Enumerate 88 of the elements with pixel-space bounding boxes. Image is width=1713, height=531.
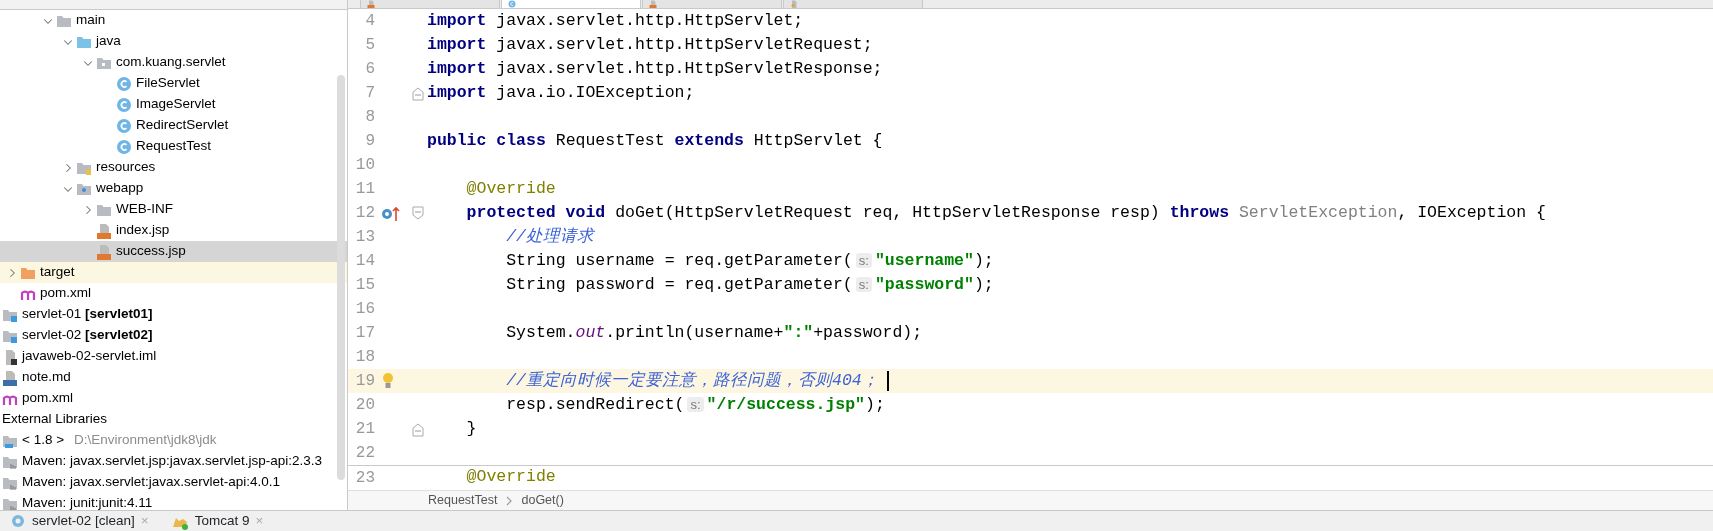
- line-number: 5: [364, 35, 375, 56]
- class-icon: [508, 0, 516, 8]
- code-line: System.out.println(username+":"+password);: [505, 321, 923, 344]
- code-line: import javax.servlet.http.HttpServletRequest;: [427, 33, 873, 56]
- tree-item[interactable]: pom.xml: [0, 283, 347, 304]
- code-line: public class RequestTest extends HttpServlet {: [427, 129, 883, 152]
- line-number: 11: [354, 179, 375, 200]
- jsp-file-icon: [96, 222, 112, 239]
- code-line: @Override: [465, 177, 556, 200]
- line-number: 17: [354, 323, 375, 344]
- tree-item[interactable]: RequestTest: [0, 136, 347, 157]
- jsp-file-icon: [649, 0, 657, 8]
- line-number: 15: [354, 275, 375, 296]
- line-number: 14: [354, 251, 375, 272]
- code-line: import java.io.IOException;: [427, 81, 695, 104]
- tree-item[interactable]: com.kuang.servlet: [0, 52, 347, 73]
- override-icon: [381, 205, 401, 221]
- class-icon: [116, 117, 132, 134]
- tree-item[interactable]: note.md: [0, 367, 347, 388]
- tree-item[interactable]: resources: [0, 157, 347, 178]
- tree-item[interactable]: Maven: javax.servlet:javax.servlet-api:4.0.1: [0, 472, 347, 493]
- line-number: 8: [364, 107, 375, 128]
- line-number: 23: [354, 467, 375, 489]
- line-number: 4: [364, 11, 375, 32]
- class-icon: [116, 75, 132, 92]
- scrollbar[interactable]: [337, 75, 345, 480]
- tree-item[interactable]: webapp: [0, 178, 347, 199]
- line-number: 16: [354, 299, 375, 320]
- editor-tab[interactable]: [783, 0, 923, 8]
- editor-tab[interactable]: [501, 0, 641, 8]
- line-number: 10: [354, 155, 375, 176]
- fold-icon: [411, 205, 425, 221]
- editor-tab[interactable]: [642, 0, 782, 8]
- lightbulb-icon: [381, 372, 395, 390]
- tree-item[interactable]: pom.xml: [0, 388, 347, 409]
- jsp-file-icon: [367, 0, 375, 8]
- code-line: //处理请求: [505, 225, 595, 248]
- tree-item[interactable]: success.jsp: [0, 241, 347, 262]
- item-detail: D:\Environment\jdk8\jdk: [74, 432, 217, 448]
- markdown-file-icon: [2, 369, 18, 386]
- run-tab-label[interactable]: servlet-02 [clean]: [32, 510, 135, 531]
- text-cursor: [886, 371, 889, 391]
- line-number: 20: [354, 395, 375, 416]
- tree-item[interactable]: ImageServlet: [0, 94, 347, 115]
- tree-item[interactable]: servlet-01 [servlet01]: [0, 304, 347, 325]
- tree-item[interactable]: target: [0, 262, 347, 283]
- fold-icon: [411, 421, 425, 437]
- code-line: @Override: [465, 466, 556, 489]
- code-line: resp.sendRedirect( s: "/r/success.jsp");: [505, 393, 885, 416]
- xml-file-icon: [790, 0, 798, 8]
- line-number: 18: [354, 347, 375, 368]
- tree-item[interactable]: index.jsp: [0, 220, 347, 241]
- line-number: 9: [364, 131, 375, 152]
- tree-item[interactable]: FileServlet: [0, 73, 347, 94]
- fold-icon: [411, 85, 425, 101]
- line-number: 22: [354, 443, 375, 464]
- tree-item[interactable]: java: [0, 31, 347, 52]
- tree-item[interactable]: Maven: junit:junit:4.11: [0, 493, 347, 510]
- code-line: import javax.servlet.http.HttpServletResponse;: [427, 57, 883, 80]
- tree-item[interactable]: External Libraries: [0, 409, 347, 430]
- code-line: String password = req.getParameter( s: "password");: [505, 273, 994, 296]
- code-line: String username = req.getParameter( s: "username");: [505, 249, 994, 272]
- line-number: 19: [354, 371, 375, 392]
- code-line: //重定向时候一定要注意，路径问题，否则404；: [505, 369, 879, 392]
- breadcrumb[interactable]: doGet(): [521, 491, 564, 510]
- line-number: 21: [354, 419, 375, 440]
- run-tab-label[interactable]: Tomcat 9: [194, 510, 250, 531]
- line-number: 13: [354, 227, 375, 248]
- item-label: < 1.8 >: [22, 432, 65, 448]
- breadcrumb[interactable]: RequestTest: [428, 491, 498, 510]
- tree-item[interactable]: servlet-02 [servlet02]: [0, 325, 347, 346]
- line-number: 12: [354, 203, 375, 224]
- tree-item[interactable]: WEB-INF: [0, 199, 347, 220]
- tree-item[interactable]: Maven: javax.servlet.jsp:javax.servlet.jsp-api:2.3.3: [0, 451, 347, 472]
- tree-item[interactable]: < 1.8 > D:\Environment\jdk8\jdk: [0, 430, 347, 451]
- chevron-icon: [505, 494, 514, 507]
- class-icon: [116, 96, 132, 113]
- code-line: }: [465, 417, 477, 440]
- jsp-file-icon: [96, 243, 112, 260]
- tree-item[interactable]: main: [0, 10, 347, 31]
- line-number: 6: [364, 59, 375, 80]
- tree-item[interactable]: javaweb-02-servlet.iml: [0, 346, 347, 367]
- code-line: protected void doGet(HttpServletRequest req, HttpServletResponse resp) throws ServletException, IOException {: [465, 201, 1546, 224]
- tree-item[interactable]: RedirectServlet: [0, 115, 347, 136]
- code-line: import javax.servlet.http.HttpServlet;: [427, 9, 804, 32]
- line-number: 7: [364, 83, 375, 104]
- editor-tab[interactable]: [360, 0, 500, 8]
- class-icon: [116, 138, 132, 155]
